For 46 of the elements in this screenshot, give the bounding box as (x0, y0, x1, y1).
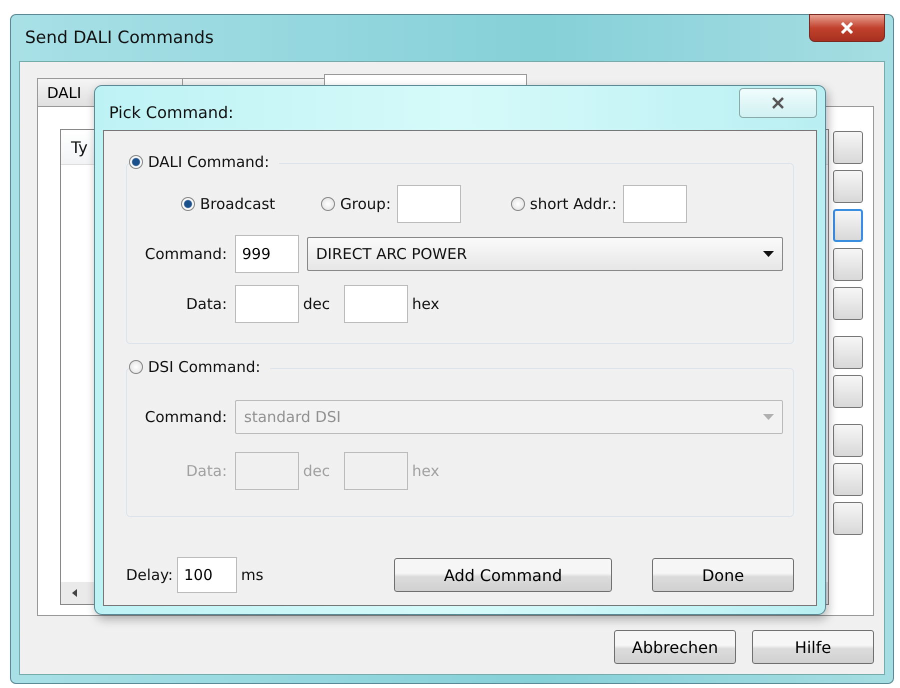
close-icon (771, 97, 785, 109)
dialog-title: Pick Command: (109, 102, 235, 122)
side-button[interactable] (833, 463, 863, 496)
data-label: Data: (185, 295, 227, 313)
side-button[interactable] (833, 375, 863, 408)
side-button[interactable] (833, 131, 863, 164)
hex-field[interactable] (344, 285, 408, 323)
dialog-button[interactable]: Add Command (394, 558, 612, 592)
unit-label: dec (303, 295, 330, 313)
close-button[interactable] (739, 88, 817, 118)
hex-field[interactable] (344, 452, 408, 490)
side-button[interactable] (833, 287, 863, 320)
side-button[interactable] (833, 336, 863, 369)
close-button[interactable] (809, 14, 885, 42)
side-button[interactable] (833, 209, 863, 242)
dropdown-arrow-icon (763, 250, 774, 258)
delay-label: Delay: (126, 566, 173, 584)
dialog-button[interactable]: Abbrechen (614, 630, 736, 664)
close-icon (840, 22, 854, 34)
decimal-field[interactable] (235, 452, 299, 490)
command-number-field[interactable]: 999 (235, 235, 299, 273)
unit-label: dec (303, 462, 330, 480)
side-button[interactable] (833, 170, 863, 203)
side-button[interactable] (833, 424, 863, 457)
address-field[interactable] (396, 185, 461, 223)
side-button[interactable] (833, 248, 863, 281)
target-radio[interactable]: Group: (321, 195, 391, 213)
delay-field[interactable]: 100 (176, 557, 237, 593)
unit-label: ms (240, 566, 264, 584)
window-title: Send DALI Commands (25, 28, 215, 48)
scroll-left-icon[interactable] (71, 588, 79, 598)
address-field[interactable] (622, 185, 687, 223)
dropdown-arrow-icon (763, 414, 774, 420)
unit-label: hex (412, 295, 440, 313)
unit-label: hex (412, 462, 440, 480)
dali-command-radio[interactable]: DALI Command: (129, 153, 270, 171)
target-radio[interactable]: short Addr.: (510, 195, 617, 213)
data-label: Data: (185, 462, 227, 480)
side-button[interactable] (833, 502, 863, 535)
command-dropdown[interactable]: DIRECT ARC POWER (307, 237, 783, 271)
target-radio[interactable]: Broadcast (181, 195, 276, 213)
command-label: Command: (144, 245, 227, 263)
dialog-button[interactable]: Done (652, 558, 794, 592)
decimal-field[interactable] (235, 285, 299, 323)
dialog-button[interactable]: Hilfe (752, 630, 874, 664)
command-label: Command: (144, 408, 227, 426)
